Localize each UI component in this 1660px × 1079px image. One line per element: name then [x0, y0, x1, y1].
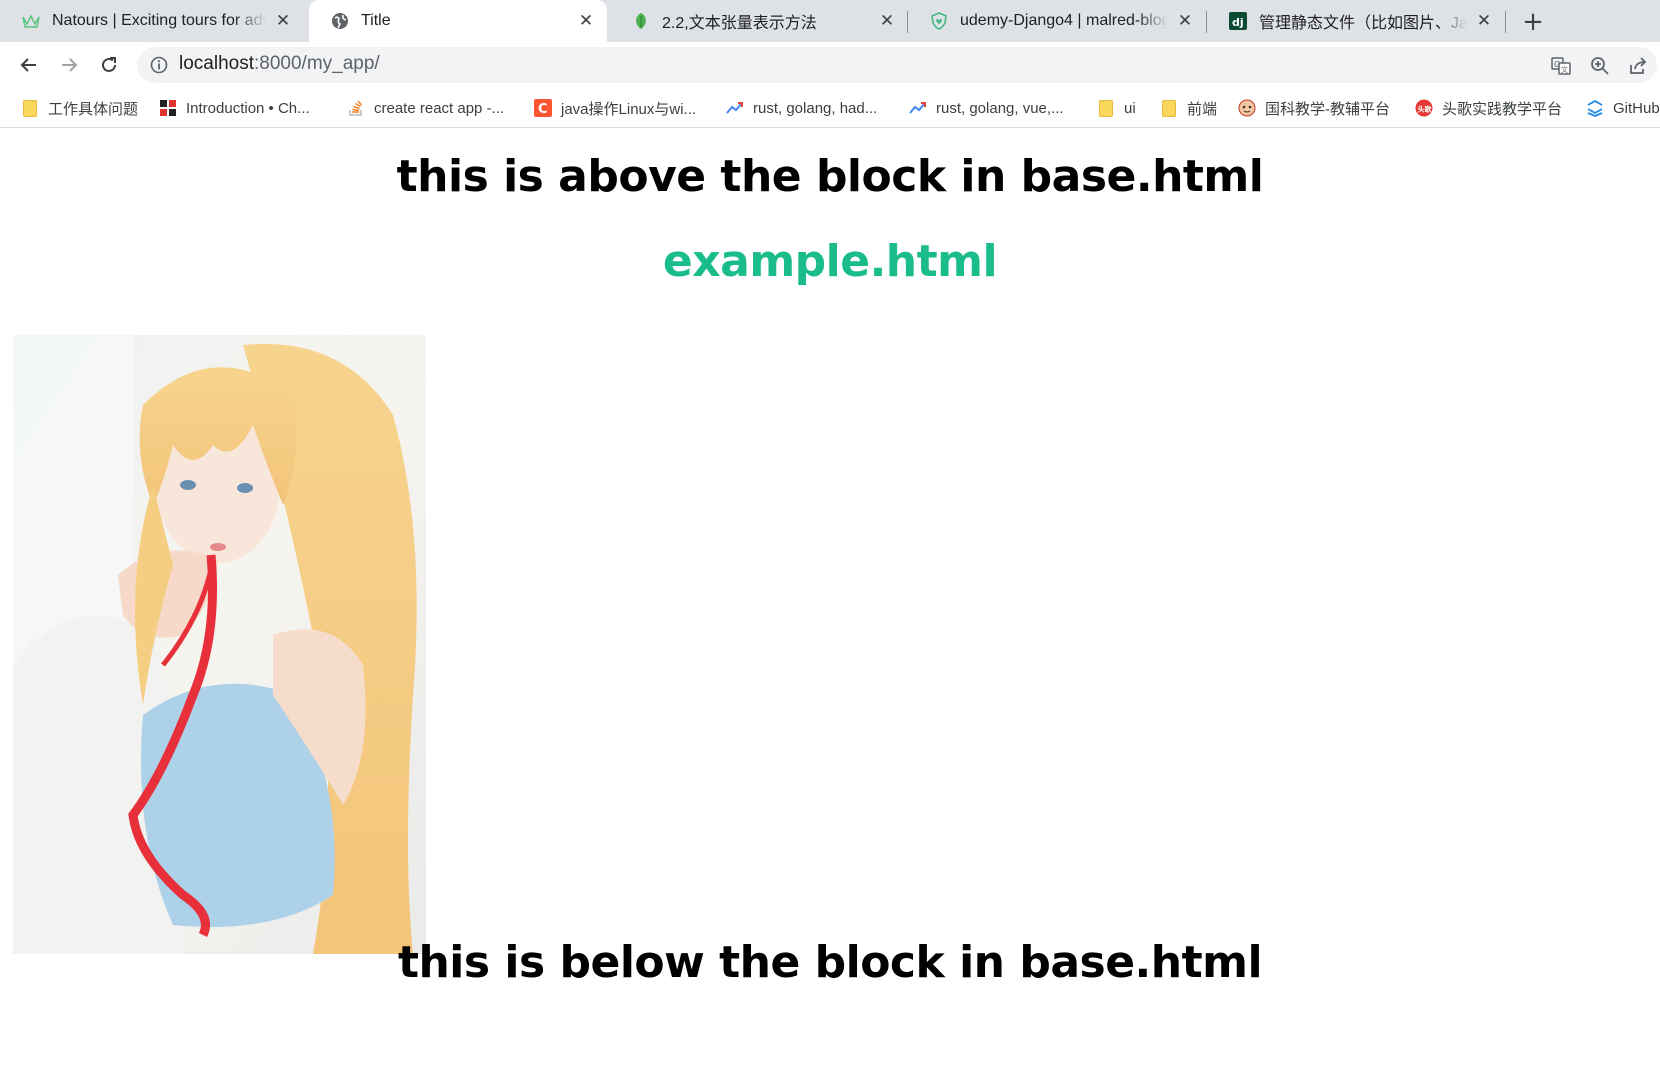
tab-tensor[interactable]: 2.2,文本张量表示方法 ✕	[610, 0, 908, 42]
tab-title: udemy-Django4 | malred-blog	[960, 12, 1168, 29]
translate-icon[interactable]: G文	[1550, 55, 1572, 77]
address-bar[interactable]: localhost:8000/my_app/ G文	[137, 47, 1657, 83]
zoom-icon[interactable]	[1589, 55, 1611, 77]
heading-example: example.html	[662, 236, 998, 287]
bookmark-label: Introduction • Ch...	[186, 99, 310, 117]
bookmark-label: create react app -...	[374, 99, 505, 117]
tab-strip: Natours | Exciting tours for adventurous…	[0, 0, 1660, 42]
tab-django-static[interactable]: dj 管理静态文件（比如图片、JavaScript、CSS） ✕	[1207, 0, 1505, 42]
back-button[interactable]	[12, 48, 46, 82]
close-tab-icon[interactable]: ✕	[575, 10, 597, 32]
heading-above-block: this is above the block in base.html	[396, 151, 1264, 202]
folder-icon	[1097, 99, 1115, 117]
bookmark-folder-ui[interactable]: ui	[1097, 97, 1136, 119]
close-tab-icon[interactable]: ✕	[1473, 10, 1495, 32]
back-arrow-icon	[20, 58, 36, 72]
bookmark-java-linux[interactable]: C java操作Linux与wi...	[534, 97, 696, 119]
bookmark-create-react-app[interactable]: create react app -...	[347, 97, 504, 119]
close-tab-icon[interactable]: ✕	[876, 10, 898, 32]
bookmark-introduction[interactable]: Introduction • Ch...	[159, 97, 310, 119]
bookmark-label: 前端	[1187, 100, 1218, 118]
svg-text:文: 文	[1561, 65, 1568, 74]
folder-icon	[1160, 99, 1178, 117]
bookmark-folder-frontend[interactable]: 前端	[1160, 97, 1217, 119]
bookmark-rust-golang-vue[interactable]: rust, golang, vue,...	[909, 97, 1064, 119]
anime-cosplay-photo	[13, 335, 426, 954]
bookmark-label: 工作具体问题	[48, 100, 139, 118]
tab-title: Title	[361, 12, 391, 29]
bookmark-label: 头歌实践教学平台	[1442, 100, 1563, 118]
close-tab-icon[interactable]: ✕	[1174, 10, 1196, 32]
page-viewport: this is above the block in base.html exa…	[0, 129, 1660, 1079]
url-path: :8000/my_app/	[254, 53, 380, 74]
reload-icon	[102, 57, 116, 72]
url-text[interactable]: localhost:8000/my_app/	[179, 53, 380, 75]
tab-title: 2.2,文本张量表示方法	[662, 15, 817, 32]
bookmark-label: 国科教学-教辅平台	[1265, 100, 1390, 118]
bookmark-label: java操作Linux与wi...	[561, 100, 697, 118]
trend-icon	[909, 99, 927, 117]
svg-text:dj: dj	[1232, 16, 1244, 29]
stackoverflow-icon	[347, 99, 365, 117]
bookmark-label: rust, golang, vue,...	[936, 99, 1064, 117]
bookmarks-bar: 工作具体问题 Introduction • Ch... create react…	[0, 88, 1660, 128]
mascot-icon	[1238, 99, 1256, 117]
bookmark-folder-work[interactable]: 工作具体问题	[21, 97, 138, 119]
new-tab-button[interactable]: +	[1518, 7, 1548, 37]
touge-icon: 头歌	[1415, 99, 1433, 117]
url-host: localhost	[179, 53, 254, 74]
tab-title-active[interactable]: Title ✕	[309, 0, 607, 42]
tab-separator	[1505, 11, 1506, 33]
bookmark-label: GitHub	[1613, 99, 1660, 117]
svg-text:头歌: 头歌	[1418, 105, 1433, 114]
leaf-icon	[632, 12, 650, 30]
puzzle-icon	[159, 99, 177, 117]
natours-crown-icon	[22, 12, 40, 30]
bookmark-label: ui	[1124, 99, 1136, 117]
shield-heart-icon	[930, 12, 948, 30]
browser-toolbar: localhost:8000/my_app/ G文	[0, 42, 1660, 88]
close-tab-icon[interactable]: ✕	[272, 10, 294, 32]
tab-natours[interactable]: Natours | Exciting tours for adventurous…	[0, 0, 304, 42]
bookmark-github[interactable]: GitHub	[1586, 97, 1660, 119]
reload-button[interactable]	[92, 48, 126, 82]
svg-text:G: G	[1554, 60, 1560, 69]
share-icon[interactable]	[1627, 55, 1649, 77]
tab-udemy-django[interactable]: udemy-Django4 | malred-blog ✕	[908, 0, 1206, 42]
layers-icon	[1586, 99, 1604, 117]
bookmark-rust-golang-had[interactable]: rust, golang, had...	[726, 97, 877, 119]
heading-below-block: this is below the block in base.html	[397, 937, 1263, 988]
folder-icon	[21, 99, 39, 117]
django-dj-icon: dj	[1229, 12, 1247, 30]
forward-arrow-icon	[62, 58, 78, 72]
tab-title: Natours | Exciting tours for adventurous…	[52, 12, 266, 29]
site-info-icon[interactable]	[150, 56, 168, 74]
bookmark-label: rust, golang, had...	[753, 99, 878, 117]
csdn-c-icon: C	[534, 99, 552, 117]
bookmark-touge[interactable]: 头歌 头歌实践教学平台	[1415, 97, 1562, 119]
globe-icon	[331, 12, 349, 30]
bookmark-guoke[interactable]: 国科教学-教辅平台	[1238, 97, 1390, 119]
tab-title: 管理静态文件（比如图片、JavaScript、CSS）	[1259, 15, 1467, 32]
forward-button[interactable]	[52, 48, 86, 82]
trend-icon	[726, 99, 744, 117]
svg-text:C: C	[538, 102, 548, 117]
